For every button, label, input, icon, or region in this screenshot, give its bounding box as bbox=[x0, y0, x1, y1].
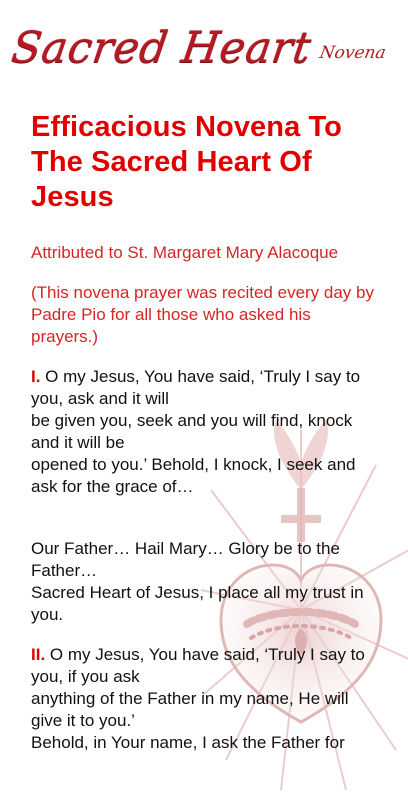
prayer-section-1-line-1: I. O my Jesus, You have said, ‘Truly I s… bbox=[31, 366, 381, 410]
refrain-prayer: Our Father… Hail Mary… Glory be to the F… bbox=[31, 538, 381, 626]
prayer-section-2-line-1: II. O my Jesus, You have said, ‘Truly I … bbox=[31, 644, 381, 688]
section-1-line-1-text: O my Jesus, You have said, ‘Truly I say … bbox=[31, 367, 361, 408]
section-2-line-1-text: O my Jesus, You have said, ‘Truly I say … bbox=[31, 645, 365, 686]
padre-pio-note: (This novena prayer was recited every da… bbox=[31, 283, 374, 346]
section-number-2: II. bbox=[31, 645, 46, 664]
app-header: Sacred Heart Novena bbox=[0, 0, 408, 86]
logo-sub-text: Novena bbox=[317, 43, 388, 63]
prayer-section-2-line-3: Behold, in Your name, I ask the Father f… bbox=[31, 733, 345, 752]
prayer-section-1-line-2: be given you, seek and you will find, kn… bbox=[31, 411, 353, 452]
prayer-section-1: I. O my Jesus, You have said, ‘Truly I s… bbox=[31, 366, 381, 498]
attribution-text: Attributed to St. Margaret Mary Alacoque bbox=[31, 243, 339, 262]
prayer-section-1-line-3: opened to you.’ Behold, I knock, I seek … bbox=[31, 455, 356, 496]
prayer-section-2: II. O my Jesus, You have said, ‘Truly I … bbox=[31, 644, 381, 754]
page-title: Efficacious Novena To The Sacred Heart O… bbox=[31, 111, 342, 213]
refrain-line-1: Our Father… Hail Mary… Glory be to the F… bbox=[31, 539, 340, 580]
refrain-line-2: Sacred Heart of Jesus, I place all my tr… bbox=[31, 583, 364, 624]
prayer-section-2-line-2: anything of the Father in my name, He wi… bbox=[31, 689, 349, 730]
logo-main-text: Sacred Heart bbox=[8, 23, 315, 73]
app-logo: Sacred Heart Novena bbox=[8, 12, 396, 73]
novena-content: Efficacious Novena To The Sacred Heart O… bbox=[31, 110, 381, 772]
